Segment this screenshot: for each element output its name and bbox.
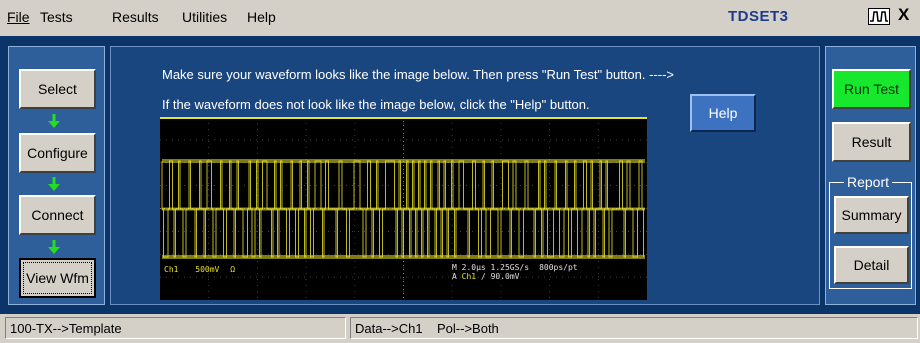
menu-utilities-label: Utilities	[182, 9, 228, 25]
scope-trigger-channel: Ch1	[461, 272, 477, 281]
app-title: TDSET3	[728, 8, 789, 25]
run-test-button[interactable]: Run Test	[832, 69, 911, 109]
scope-ohm-label: Ω	[230, 265, 236, 274]
close-button[interactable]: X	[898, 5, 909, 25]
waveform-icon-graphic	[870, 11, 888, 22]
instruction-line-2: If the waveform does not look like the i…	[162, 97, 590, 112]
summary-button[interactable]: Summary	[834, 196, 909, 234]
scope-top-marker	[160, 117, 647, 119]
arrow-down-icon	[48, 114, 60, 128]
select-button[interactable]: Select	[19, 69, 96, 109]
status-config-field: Data-->Ch1 Pol-->Both	[350, 317, 918, 339]
scope-trigger-slope: ∕	[480, 272, 486, 281]
instruction-line-1: Make sure your waveform looks like the i…	[162, 67, 675, 82]
report-group-label: Report	[844, 174, 893, 190]
result-button[interactable]: Result	[832, 122, 911, 162]
arrow-down-icon	[48, 240, 60, 254]
waveform-high-band	[162, 159, 645, 163]
waveform-mid-band	[162, 207, 645, 211]
arrow-down-icon	[48, 177, 60, 191]
scope-record: 800ps/pt	[539, 263, 578, 272]
status-bar: 100-TX-->Template Data-->Ch1 Pol-->Both	[0, 314, 920, 343]
menu-file[interactable]: File	[7, 9, 30, 25]
menu-results-label: Results	[112, 9, 159, 25]
scope-trigger-level: 90.0mV	[490, 272, 520, 281]
scope-readout-left: Ch1 500mV Ω	[164, 265, 235, 274]
menu-file-label: File	[7, 9, 30, 25]
view-wfm-button[interactable]: View Wfm	[19, 258, 96, 298]
menu-help-label: Help	[247, 9, 276, 25]
scope-volts-div: 500mV	[195, 265, 220, 274]
waveform-toggle-icon[interactable]	[868, 8, 890, 25]
scope-timebase: M 2.0µs 1.25GS/s	[452, 263, 530, 272]
menu-results[interactable]: Results	[112, 9, 159, 25]
menu-help[interactable]: Help	[247, 9, 276, 25]
status-test-field: 100-TX-->Template	[5, 317, 346, 339]
scope-trigger-prefix: A	[452, 272, 457, 281]
detail-button[interactable]: Detail	[834, 246, 909, 284]
menu-tests-label: Tests	[40, 9, 73, 25]
menu-tests[interactable]: Tests	[40, 9, 73, 25]
waveform-low-band	[162, 255, 645, 259]
reference-waveform-image: Ch1 500mV Ω M 2.0µs 1.25GS/s 800ps/pt A C…	[160, 117, 647, 300]
connect-button[interactable]: Connect	[19, 195, 96, 235]
help-button[interactable]: Help	[690, 94, 756, 132]
scope-readout-right: M 2.0µs 1.25GS/s 800ps/pt A Ch1 ∕ 90.0mV	[452, 263, 578, 281]
configure-button[interactable]: Configure	[19, 133, 96, 173]
scope-channel-label: Ch1	[164, 265, 179, 274]
menu-bar: File Tests Results Utilities Help TDSET3…	[0, 0, 920, 37]
menu-utilities[interactable]: Utilities	[182, 9, 227, 25]
